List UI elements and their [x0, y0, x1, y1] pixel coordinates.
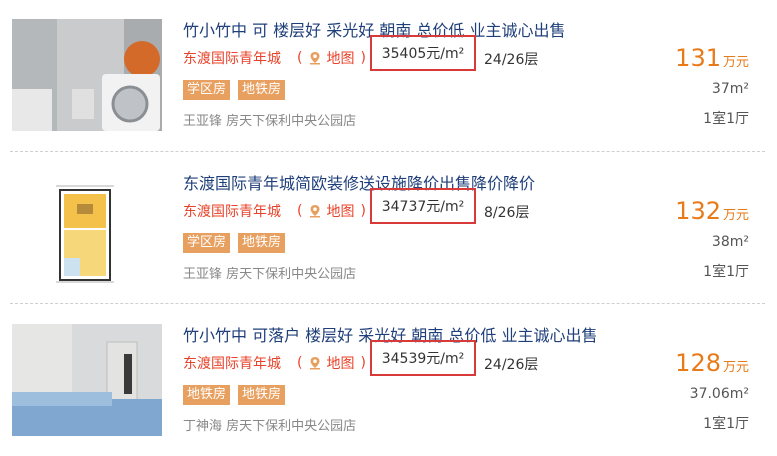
tag-badge: 学区房 [183, 80, 231, 100]
paren-open: ( [297, 355, 303, 371]
listing-photo[interactable] [12, 324, 162, 436]
listing-item[interactable]: 东渡国际青年城简欧装修送设施降价出售降价降价 东渡国际青年城 ( 地图 ) 34… [0, 153, 777, 303]
tag-badge: 地铁房 [238, 80, 286, 100]
divider [10, 303, 765, 304]
map-link[interactable]: ( 地图 ) [297, 353, 366, 373]
location-row: 东渡国际青年城 ( 地图 ) [183, 352, 366, 374]
agent-info[interactable]: 王亚锋 房天下保利中央公园店 [183, 110, 356, 129]
paren-close: ) [360, 50, 366, 66]
floor-info: 24/26层 [484, 52, 539, 68]
price-unit: 万元 [722, 208, 749, 223]
map-link[interactable]: ( 地图 ) [297, 48, 366, 68]
divider [10, 151, 765, 152]
total-price: 131 万元 [675, 44, 749, 72]
price-unit: 万元 [722, 55, 749, 70]
room-layout: 1室1厅 [703, 111, 749, 127]
tag-list: 学区房 地铁房 [183, 233, 286, 253]
price-value: 128 [675, 349, 721, 377]
map-label: 地图 [326, 51, 355, 67]
community-link[interactable]: 东渡国际青年城 [183, 48, 281, 68]
map-label: 地图 [326, 356, 355, 372]
tag-badge: 地铁房 [183, 385, 231, 405]
map-pin-icon [310, 52, 321, 65]
paren-open: ( [297, 50, 303, 66]
agent-info[interactable]: 丁神海 房天下保利中央公园店 [183, 415, 356, 434]
floor-info: 24/26层 [484, 357, 539, 373]
unit-price: 34737元/m² [370, 188, 476, 224]
community-link[interactable]: 东渡国际青年城 [183, 353, 281, 373]
room-layout: 1室1厅 [703, 416, 749, 432]
area-size: 37m² [711, 81, 749, 97]
floor-info: 8/26层 [484, 205, 530, 221]
agent-info[interactable]: 王亚锋 房天下保利中央公园店 [183, 263, 356, 282]
room-layout: 1室1厅 [703, 264, 749, 280]
tag-badge: 地铁房 [238, 385, 286, 405]
price-unit: 万元 [722, 360, 749, 375]
total-price: 132 万元 [675, 197, 749, 225]
listing-item[interactable]: 竹小竹中 可落户 楼层好 采光好 朝南 总价低 业主诚心出售 东渡国际青年城 (… [0, 305, 777, 455]
tag-list: 地铁房 地铁房 [183, 385, 286, 405]
price-value: 132 [675, 197, 721, 225]
paren-close: ) [360, 355, 366, 371]
tag-badge: 学区房 [183, 233, 231, 253]
unit-price: 34539元/m² [370, 340, 476, 376]
map-label: 地图 [326, 204, 355, 220]
listing-photo[interactable] [12, 19, 162, 131]
location-row: 东渡国际青年城 ( 地图 ) [183, 200, 366, 222]
map-pin-icon [310, 205, 321, 218]
tag-list: 学区房 地铁房 [183, 80, 286, 100]
map-pin-icon [310, 357, 321, 370]
location-row: 东渡国际青年城 ( 地图 ) [183, 47, 366, 69]
unit-price: 35405元/m² [370, 35, 476, 71]
listing-title[interactable]: 东渡国际青年城简欧装修送设施降价出售降价降价 [183, 170, 535, 194]
area-size: 37.06m² [689, 386, 749, 402]
tag-badge: 地铁房 [238, 233, 286, 253]
total-price: 128 万元 [675, 349, 749, 377]
listing-item[interactable]: 竹小竹中 可 楼层好 采光好 朝南 总价低 业主诚心出售 东渡国际青年城 ( 地… [0, 0, 777, 150]
paren-open: ( [297, 203, 303, 219]
price-value: 131 [675, 44, 721, 72]
community-link[interactable]: 东渡国际青年城 [183, 201, 281, 221]
map-link[interactable]: ( 地图 ) [297, 201, 366, 221]
floorplan-image[interactable] [12, 172, 162, 284]
area-size: 38m² [711, 234, 749, 250]
paren-close: ) [360, 203, 366, 219]
